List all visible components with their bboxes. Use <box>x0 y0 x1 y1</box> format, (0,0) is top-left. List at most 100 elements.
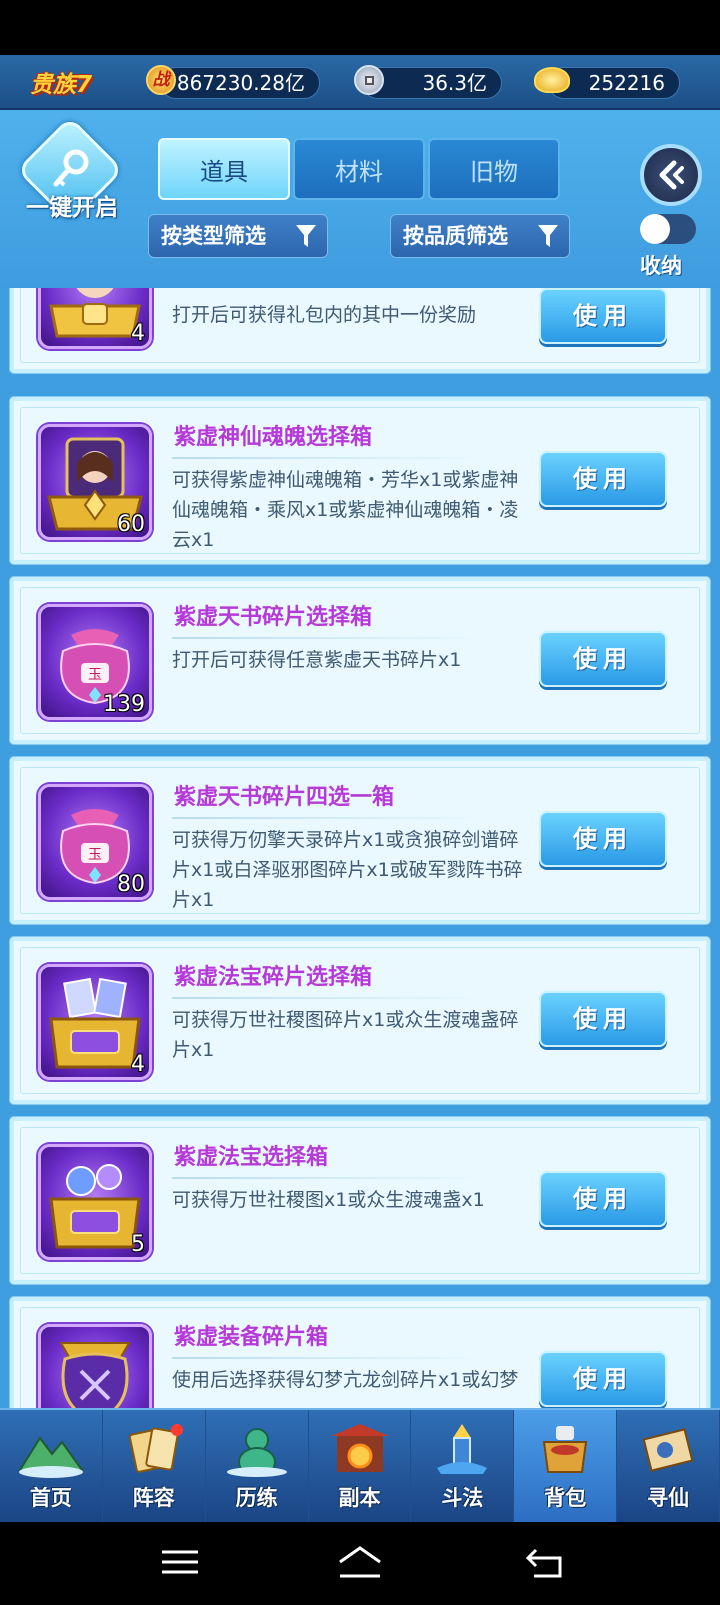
back-icon[interactable] <box>524 1542 568 1582</box>
equipment-chest-icon[interactable] <box>38 1324 152 1408</box>
item-list[interactable]: 4 打开后可获得礼包内的其中一份奖励 使用 60 紫虚神仙魂魄选择箱 可获得紫虚… <box>0 288 720 1408</box>
item-count: 4 <box>131 1052 145 1077</box>
treasure-chest-icon[interactable]: 4 <box>38 964 152 1080</box>
scroll-icon <box>642 1428 694 1472</box>
nav-duel-label: 斗法 <box>441 1486 484 1510</box>
use-button[interactable]: 使用 <box>539 1351 667 1407</box>
item-count: 139 <box>103 692 145 717</box>
home-icon[interactable] <box>334 1542 386 1582</box>
nav-home-label: 首页 <box>29 1486 72 1510</box>
toggle-knob <box>640 214 670 244</box>
list-item: 60 紫虚神仙魂魄选择箱 可获得紫虚神仙魂魄箱・芳华x1或紫虚神仙魂魄箱・乘风x… <box>10 397 710 564</box>
tab-items[interactable]: 道具 <box>158 138 290 200</box>
divider <box>172 1177 484 1179</box>
item-art <box>59 1342 131 1408</box>
filter-type-label: 按类型筛选 <box>161 224 266 248</box>
item-name: 紫虚法宝碎片选择箱 <box>174 965 373 990</box>
use-button[interactable]: 使用 <box>539 1171 667 1227</box>
filter-quality-label: 按品质筛选 <box>403 224 508 248</box>
cards-icon <box>128 1424 183 1473</box>
list-item: 4 打开后可获得礼包内的其中一份奖励 使用 <box>10 288 710 373</box>
menu-icon[interactable] <box>158 1542 202 1582</box>
item-description: 打开后可获得任意紫虚天书碎片x1 <box>172 649 462 671</box>
nav-bag[interactable]: 背包 <box>514 1410 618 1522</box>
item-count: 4 <box>131 321 145 346</box>
nav-training-label: 历练 <box>235 1486 278 1510</box>
list-item: 玉 80 紫虚天书碎片四选一箱 可获得万仞擎天录碎片x1或贪狼碎剑谱碎片x1或白… <box>10 757 710 924</box>
funnel-icon <box>538 225 558 247</box>
tab-materials[interactable]: 材料 <box>293 138 425 200</box>
divider <box>172 457 484 459</box>
item-description: 可获得万世社稷图x1或众生渡魂盏x1 <box>172 1189 485 1211</box>
resource-bar: 贵族7 867230.28亿 战 36.3亿 252216 <box>0 55 720 110</box>
item-description: 打开后可获得礼包内的其中一份奖励 <box>172 304 477 326</box>
coin-hole <box>365 76 374 85</box>
nav-lineup[interactable]: 阵容 <box>103 1410 206 1522</box>
funnel-icon <box>296 225 316 247</box>
item-description: 可获得紫虚神仙魂魄箱・芳华x1或紫虚神仙魂魄箱・乘风x1或紫虚神仙魂魄箱・凌云x… <box>172 469 519 551</box>
back-button[interactable] <box>640 144 702 206</box>
nav-home[interactable]: 首页 <box>0 1410 103 1522</box>
use-button[interactable]: 使用 <box>539 811 667 867</box>
use-button[interactable]: 使用 <box>539 631 667 687</box>
item-description: 可获得万仞擎天录碎片x1或贪狼碎剑谱碎片x1或白泽驱邪图碎片x1或破军戮阵书碎片… <box>172 829 523 911</box>
power-display: 867230.28亿 <box>160 67 320 99</box>
nav-seek-immortal-label: 寻仙 <box>647 1486 690 1510</box>
divider <box>172 637 484 639</box>
key-icon <box>53 149 89 187</box>
nav-seek-immortal[interactable]: 寻仙 <box>617 1410 720 1522</box>
one-key-open-label[interactable]: 一键开启 <box>10 188 134 222</box>
nav-training[interactable]: 历练 <box>206 1410 309 1522</box>
nav-dungeon[interactable]: 副本 <box>309 1410 412 1522</box>
svg-text:玉: 玉 <box>88 847 102 863</box>
use-button[interactable]: 使用 <box>539 288 667 344</box>
nav-duel[interactable]: 斗法 <box>411 1410 515 1522</box>
tab-old-items-label: 旧物 <box>470 157 518 186</box>
filter-by-quality[interactable]: 按品质筛选 <box>390 214 570 258</box>
collapse-toggle[interactable] <box>640 214 696 244</box>
svg-text:玉: 玉 <box>88 667 102 683</box>
tab-old-items[interactable]: 旧物 <box>428 138 560 200</box>
power-value: 867230.28亿 <box>176 71 305 95</box>
gold-ingot-icon <box>534 67 570 93</box>
list-item: 5 紫虚法宝选择箱 可获得万世社稷图x1或众生渡魂盏x1 使用 <box>10 1117 710 1284</box>
category-tabs: 道具 材料 旧物 <box>158 138 560 200</box>
treasure-chest-icon[interactable]: 5 <box>38 1144 152 1260</box>
use-button[interactable]: 使用 <box>539 991 667 1047</box>
status-bar <box>0 0 720 55</box>
list-item: 紫虚装备碎片箱 使用后选择获得幻梦亢龙剑碎片x1或幻梦 使用 <box>10 1297 710 1408</box>
item-name: 紫虚装备碎片箱 <box>174 1325 329 1350</box>
filter-by-type[interactable]: 按类型筛选 <box>148 214 328 258</box>
purple-pouch-icon[interactable]: 玉 139 <box>38 604 152 720</box>
noble-rank: 贵族7 <box>30 72 93 98</box>
nav-lineup-label: 阵容 <box>132 1486 175 1510</box>
temple-gate-icon <box>330 1424 389 1472</box>
gourd-icon <box>226 1428 287 1477</box>
use-button[interactable]: 使用 <box>539 451 667 507</box>
copper-coin-icon <box>354 65 384 95</box>
divider <box>172 997 484 999</box>
copper-value: 36.3亿 <box>422 71 487 95</box>
power-icon: 战 <box>146 65 176 95</box>
item-description: 可获得万世社稷图碎片x1或众生渡魂盏碎片x1 <box>172 1009 519 1061</box>
list-item: 4 紫虚法宝碎片选择箱 可获得万世社稷图碎片x1或众生渡魂盏碎片x1 使用 <box>10 937 710 1104</box>
item-name: 紫虚神仙魂魄选择箱 <box>174 425 373 450</box>
item-name: 紫虚天书碎片四选一箱 <box>174 785 395 810</box>
fairy-portrait-chest-icon[interactable]: 60 <box>38 424 152 540</box>
item-name: 紫虚法宝选择箱 <box>174 1145 329 1170</box>
item-description: 使用后选择获得幻梦亢龙剑碎片x1或幻梦 <box>172 1369 519 1391</box>
bag-controls: 一键开启 道具 材料 旧物 按类型筛选 按品质筛选 收纳 <box>0 110 720 288</box>
item-count: 5 <box>131 1232 145 1257</box>
gold-chest-with-fairy-icon[interactable]: 4 <box>38 288 152 349</box>
bag-icon <box>543 1426 588 1473</box>
tab-materials-label: 材料 <box>335 157 383 186</box>
system-navigation <box>0 1522 720 1605</box>
nav-bag-label: 背包 <box>544 1486 587 1510</box>
divider <box>172 1357 484 1359</box>
tab-items-label: 道具 <box>200 157 248 186</box>
purple-pouch-icon[interactable]: 玉 80 <box>38 784 152 900</box>
item-count: 80 <box>117 872 145 897</box>
divider <box>172 817 484 819</box>
tower-icon <box>437 1424 488 1474</box>
list-item: 玉 139 紫虚天书碎片选择箱 打开后可获得任意紫虚天书碎片x1 使用 <box>10 577 710 744</box>
